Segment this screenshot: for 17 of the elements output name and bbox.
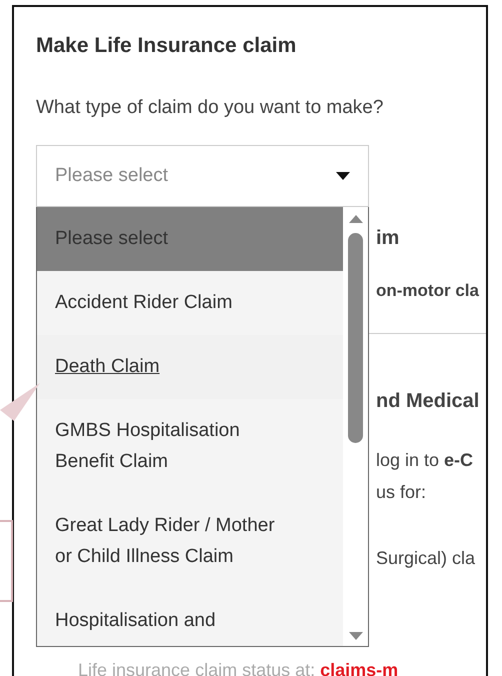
section-heading: nd Medical: [376, 389, 480, 414]
status-text: Life insurance claim status at: claims-m: [78, 660, 398, 676]
panel-title: Make Life Insurance claim: [36, 33, 298, 59]
caret-icon: [336, 172, 350, 180]
scroll-down-icon[interactable]: [348, 632, 362, 640]
scroll-up-icon[interactable]: [348, 215, 362, 223]
section-heading: im: [376, 226, 400, 251]
claim-type-dropdown[interactable]: Please select: [36, 145, 369, 207]
scrollbar-thumb[interactable]: [348, 233, 363, 443]
body-text: log in to e-C: [376, 449, 474, 472]
body-text: Surgical) cla: [376, 547, 476, 570]
claims-link[interactable]: claims-m: [320, 660, 398, 676]
dropdown-placeholder: Please select: [55, 165, 168, 187]
section-text: on-motor cla: [376, 280, 480, 302]
scrollbar[interactable]: [343, 207, 368, 646]
question-label: What type of claim do you want to make?: [36, 96, 384, 120]
body-text: us for:: [376, 481, 428, 504]
